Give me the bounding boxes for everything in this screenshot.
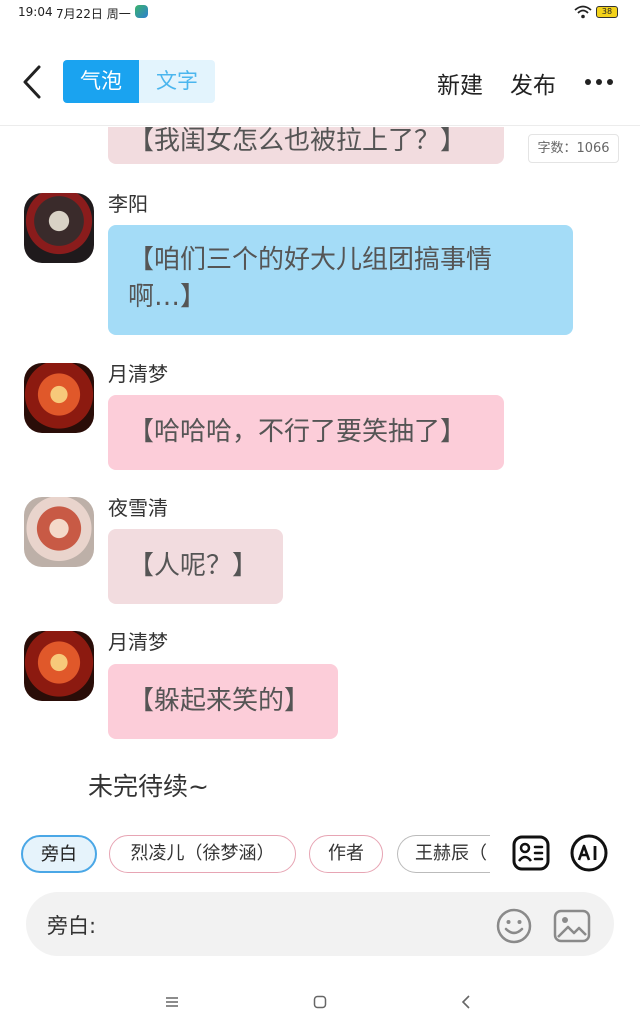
new-button[interactable]: 新建 <box>437 66 483 100</box>
more-icon[interactable] <box>584 78 614 86</box>
system-nav-bar <box>0 982 640 1024</box>
display-mode-toggle: 气泡 文字 <box>63 60 215 103</box>
mode-text-tab[interactable]: 文字 <box>139 60 215 103</box>
emoji-icon[interactable] <box>496 908 532 944</box>
speaker-name: 夜雪清 <box>108 496 168 520</box>
to-be-continued-text[interactable]: 未完待续~ <box>88 767 209 803</box>
role-selector-bar: 旁白 烈凌儿（徐梦涵） 作者 王赫辰（ <box>0 810 640 896</box>
role-chip-narration[interactable]: 旁白 <box>21 835 97 873</box>
chat-area[interactable]: 【我闺女怎么也被拉上了？】 字数：1066 李阳 【咱们三个的好大儿组团搞事情啊… <box>0 127 640 810</box>
contact-card-icon[interactable] <box>511 833 551 873</box>
wifi-icon <box>574 5 592 19</box>
ai-icon[interactable] <box>569 833 609 873</box>
status-date: 7月22日 周一 <box>56 7 131 21</box>
message-bubble[interactable]: 【人呢？】 <box>108 529 283 604</box>
message-bubble[interactable]: 【咱们三个的好大儿组团搞事情啊…】 <box>108 225 573 335</box>
role-chip-wang-hechen[interactable]: 王赫辰（ <box>397 835 490 873</box>
avatar[interactable] <box>24 363 94 433</box>
avatar[interactable] <box>24 193 94 263</box>
home-icon[interactable] <box>313 995 327 1009</box>
input-role-prefix: 旁白: <box>47 914 97 938</box>
publish-button[interactable]: 发布 <box>510 66 556 100</box>
editor-header: 气泡 文字 新建 发布 <box>0 40 640 126</box>
avatar[interactable] <box>24 497 94 567</box>
mode-bubble-tab[interactable]: 气泡 <box>63 60 139 103</box>
speaker-name: 月清梦 <box>108 362 168 386</box>
message-bubble[interactable]: 【我闺女怎么也被拉上了？】 <box>108 127 504 164</box>
image-icon[interactable] <box>553 908 591 944</box>
menu-icon[interactable] <box>165 996 179 1008</box>
speaker-name: 李阳 <box>108 192 148 216</box>
nav-back-icon[interactable] <box>460 994 472 1010</box>
status-time: 19:04 <box>18 5 53 19</box>
app-notification-icon <box>135 5 148 18</box>
battery-icon: 38 <box>596 6 618 18</box>
status-bar: 19:04 7月22日 周一 38 <box>0 0 640 26</box>
back-icon[interactable] <box>20 64 44 100</box>
word-count-badge: 字数：1066 <box>528 134 619 163</box>
message-bubble[interactable]: 【哈哈哈，不行了要笑抽了】 <box>108 395 504 470</box>
message-bubble[interactable]: 【躲起来笑的】 <box>108 664 338 739</box>
avatar[interactable] <box>24 631 94 701</box>
role-chip-lie-linger[interactable]: 烈凌儿（徐梦涵） <box>109 835 296 873</box>
speaker-name: 月清梦 <box>108 630 168 654</box>
role-chip-author[interactable]: 作者 <box>309 835 383 873</box>
message-input[interactable]: 旁白: <box>26 892 614 956</box>
